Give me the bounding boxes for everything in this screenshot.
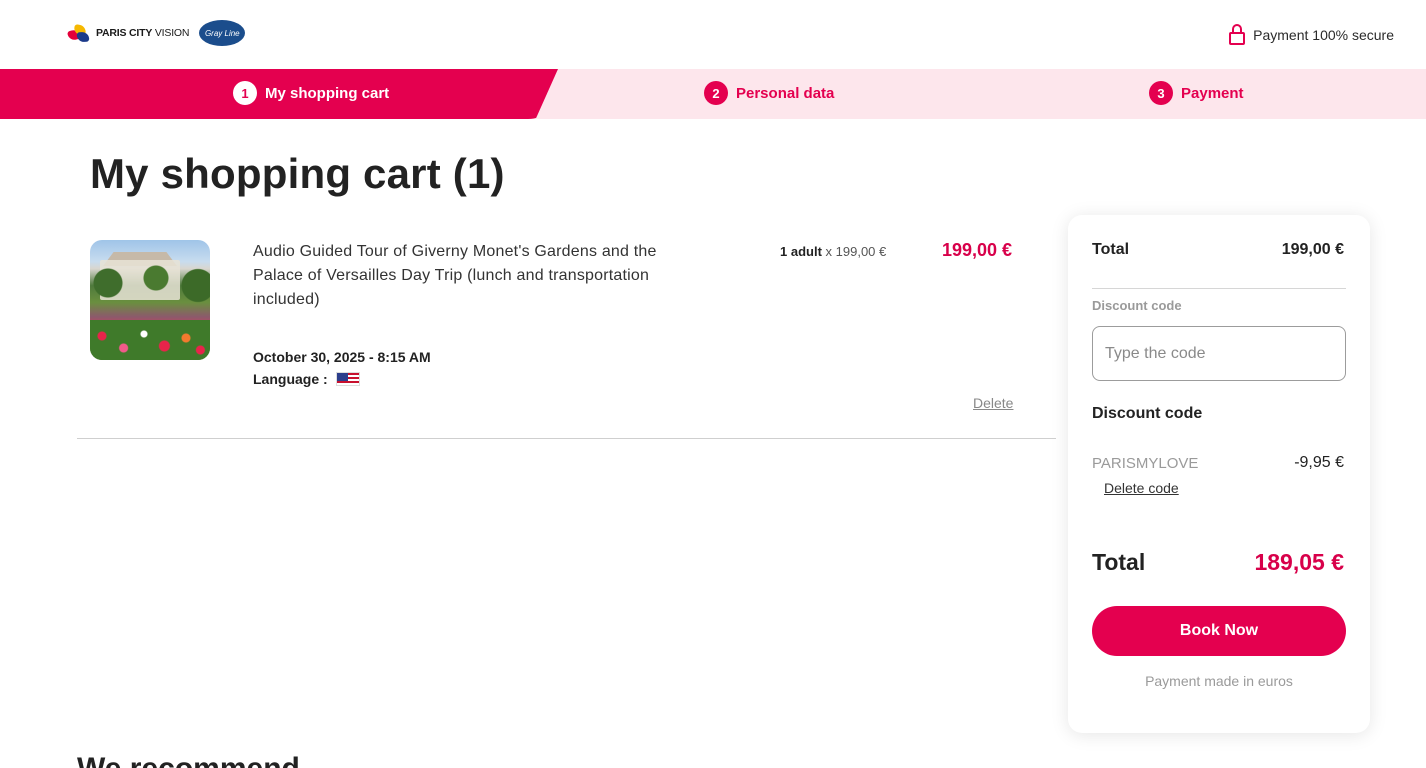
paris-city-vision-logo[interactable]: PARIS CITY VISION Gray Line — [66, 20, 246, 46]
step-shopping-cart[interactable]: 1 My shopping cart — [233, 81, 389, 105]
cart-item-title[interactable]: Audio Guided Tour of Giverny Monet's Gar… — [253, 240, 693, 312]
step-personal-data[interactable]: 2 Personal data — [704, 81, 834, 105]
step-label: Personal data — [736, 84, 835, 102]
subtotal-label: Total — [1092, 241, 1130, 258]
grand-total-label: Total — [1092, 549, 1146, 575]
payment-currency-note: Payment made in euros — [1145, 673, 1293, 689]
cart-divider — [77, 438, 1056, 439]
applied-discount-code: PARISMYLOVE — [1092, 455, 1199, 472]
quantity-label: 1 adult — [780, 244, 822, 259]
gray-line-logo: Gray Line — [199, 20, 246, 46]
delete-code-link[interactable]: Delete code — [1104, 480, 1179, 496]
applied-discount-title: Discount code — [1092, 405, 1203, 422]
secure-text: Payment 100% secure — [1253, 27, 1394, 43]
summary-divider — [1092, 288, 1346, 289]
step-label: My shopping cart — [265, 84, 390, 102]
language-label: Language : — [253, 371, 328, 387]
header: PARIS CITY VISION Gray Line Payment 100%… — [0, 0, 1426, 69]
delete-item-link[interactable]: Delete — [973, 395, 1013, 411]
discount-code-input[interactable] — [1092, 326, 1346, 381]
logo-text: PARIS CITY VISION — [96, 27, 190, 39]
checkout-stepper: 1 My shopping cart 2 Personal data 3 Pay… — [0, 69, 1426, 119]
discount-code-label: Discount code — [1092, 298, 1182, 313]
unit-price: x 199,00 € — [825, 244, 887, 259]
recommendations-heading: We recommend — [77, 752, 300, 768]
applied-discount-amount: -9,95 € — [1294, 454, 1344, 471]
step-label: Payment — [1181, 84, 1244, 102]
book-now-button[interactable]: Book Now — [1092, 606, 1346, 656]
tour-thumbnail-image[interactable] — [90, 240, 210, 360]
subtotal-value: 199,00 € — [1281, 241, 1344, 258]
logo-mark-icon — [66, 24, 90, 43]
us-flag-icon — [335, 372, 360, 386]
page-title: My shopping cart (1) — [90, 150, 505, 197]
secure-payment-badge: Payment 100% secure — [1229, 24, 1394, 46]
cart-item-language: Language : — [253, 371, 360, 387]
step-payment[interactable]: 3 Payment — [1149, 81, 1244, 105]
order-summary-card: Total 199,00 € Discount code Discount co… — [1068, 215, 1370, 733]
cart-item-quantity: 1 adult x 199,00 € — [780, 244, 886, 259]
step-number: 3 — [1149, 81, 1173, 105]
grand-total-value: 189,05 € — [1254, 549, 1344, 575]
cart-item-date: October 30, 2025 - 8:15 AM — [253, 349, 431, 365]
lock-icon — [1229, 24, 1246, 46]
step-number: 1 — [233, 81, 257, 105]
step-number: 2 — [704, 81, 728, 105]
cart-item-price: 199,00 € — [942, 240, 1013, 260]
